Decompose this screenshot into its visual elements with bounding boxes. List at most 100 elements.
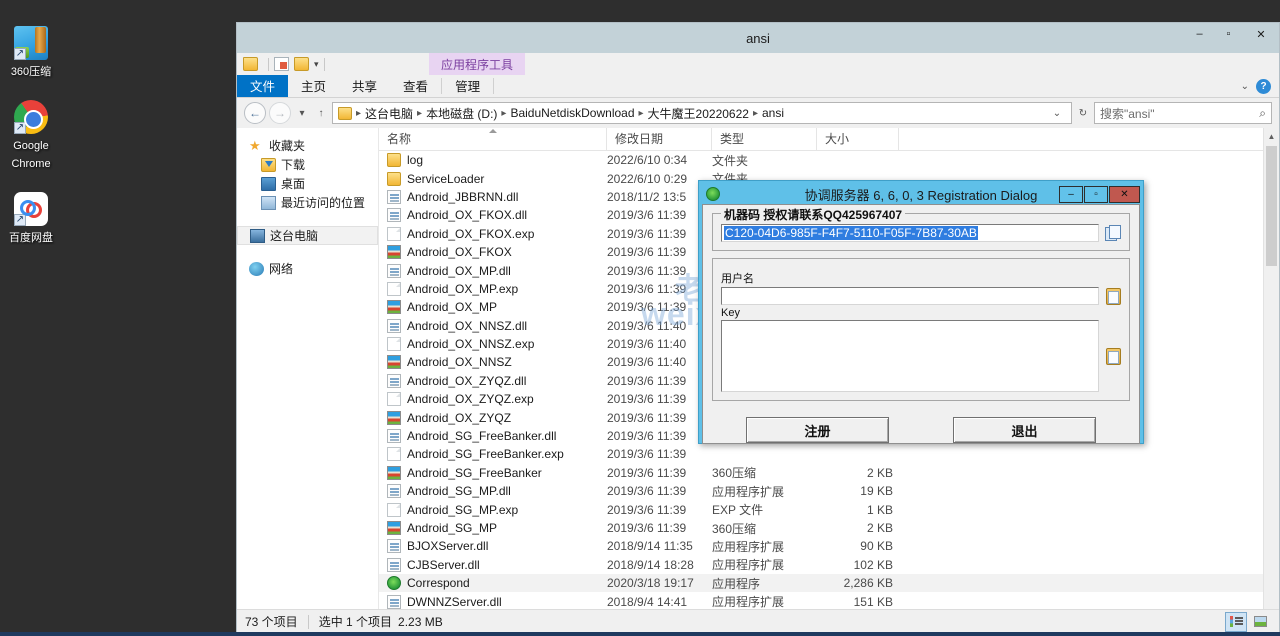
table-row[interactable]: log2022/6/10 0:34文件夹 [379,151,1279,169]
file-type: EXP 文件 [712,501,817,518]
file-size: 102 KB [817,558,899,572]
forward-button[interactable]: → [269,102,291,124]
tab-home[interactable]: 主页 [288,75,339,97]
application-icon [387,576,401,590]
file-size: 151 KB [817,595,899,609]
details-view-button[interactable] [1225,612,1247,632]
vertical-scrollbar[interactable]: ▲ [1263,128,1279,609]
folder-icon [387,172,401,186]
table-row[interactable]: DWNNZServer.dll2018/9/4 14:41应用程序扩展151 K… [379,592,1279,609]
table-row[interactable]: Correspond2020/3/18 19:17应用程序2,286 KB [379,574,1279,592]
key-input[interactable] [721,320,1099,392]
exit-button[interactable]: 退出 [953,417,1096,443]
file-name: Android_SG_MP.exp [407,503,518,517]
column-header-name[interactable]: 名称 [379,128,607,151]
chevron-down-icon[interactable]: ▾ [314,59,319,70]
machine-code-groupbox: 机器码 授权请联系QQ425967407 C120-04D6-985F-F4F7… [712,213,1130,251]
scrollbar-thumb[interactable] [1266,146,1277,266]
maximize-button[interactable]: ▫ [1214,23,1243,45]
breadcrumb-item-baidunetdiskdownload[interactable]: BaiduNetdiskDownload [507,106,637,120]
table-row[interactable]: Android_SG_MP2019/3/6 11:39360压缩2 KB [379,519,1279,537]
desktop-icon-baidu-netdisk[interactable]: ↗ 百度网盘 [0,188,62,248]
tab-view[interactable]: 查看 [390,75,441,97]
file-name: Android_OX_ZYQZ.dll [407,374,526,388]
dialog-close-button[interactable]: ✕ [1109,186,1140,203]
table-row[interactable]: Android_SG_MP.exp2019/3/6 11:39EXP 文件1 K… [379,500,1279,518]
dll-file-icon [387,429,401,443]
table-row[interactable]: Android_SG_FreeBanker.exp2019/3/6 11:39 [379,445,1279,463]
dll-file-icon [387,190,401,204]
sidebar-item-label: 最近访问的位置 [281,194,365,211]
dialog-maximize-button[interactable]: ▫ [1084,186,1108,203]
table-row[interactable]: BJOXServer.dll2018/9/14 11:35应用程序扩展90 KB [379,537,1279,555]
column-header-size[interactable]: 大小 [817,128,899,151]
breadcrumb-item-folder[interactable]: 大牛魔王20220622 [645,105,752,122]
desktop-icon-chrome[interactable]: ↗ Google Chrome [0,96,62,174]
shortcut-arrow-icon: ↗ [14,214,26,226]
file-date: 2019/3/6 11:39 [607,447,712,461]
sidebar-item-label: 这台电脑 [270,227,318,244]
file-name: Android_JBBRNN.dll [407,190,518,204]
sidebar-item-desktop[interactable]: 桌面 [237,174,378,193]
dialog-window-controls: – ▫ ✕ [1059,186,1140,203]
sidebar-item-favorites[interactable]: ★ 收藏夹 [237,136,378,155]
file-type: 文件夹 [712,152,817,169]
scroll-up-icon[interactable]: ▲ [1264,128,1279,144]
file-type: 应用程序扩展 [712,593,817,609]
file-name: Android_SG_MP.dll [407,484,511,498]
breadcrumb-item-drive-d[interactable]: 本地磁盘 (D:) [423,105,500,122]
help-icon[interactable]: ? [1256,79,1271,94]
breadcrumb-item-ansi[interactable]: ansi [759,106,787,120]
file-size: 90 KB [817,539,899,553]
table-row[interactable]: Android_SG_FreeBanker2019/3/6 11:39360压缩… [379,464,1279,482]
properties-icon[interactable] [274,57,289,71]
table-row[interactable]: CJBServer.dll2018/9/14 18:28应用程序扩展102 KB [379,556,1279,574]
tab-share[interactable]: 共享 [339,75,390,97]
file-date: 2022/6/10 0:29 [607,172,712,186]
recent-locations-icon[interactable]: ▾ [294,102,310,124]
contextual-tab-application-tools[interactable]: 应用程序工具 [429,53,525,75]
file-type: 360压缩 [712,464,817,481]
file-date: 2019/3/6 11:40 [607,355,712,369]
username-input[interactable] [721,287,1099,305]
folder-icon[interactable] [243,57,258,71]
breadcrumb-item-this-pc[interactable]: 这台电脑 [362,105,416,122]
register-button[interactable]: 注册 [746,417,889,443]
chevron-down-icon[interactable]: ⌄ [1241,81,1249,92]
minimize-button[interactable]: – [1185,23,1214,45]
desktop-icon [261,177,276,191]
tab-file[interactable]: 文件 [237,75,288,97]
search-input[interactable]: 搜索"ansi" ⌕ [1094,102,1272,124]
search-icon[interactable]: ⌕ [1259,106,1266,121]
username-label: 用户名 [721,270,1121,286]
file-size: 19 KB [817,484,899,498]
back-button[interactable]: ← [244,102,266,124]
sidebar-item-this-pc[interactable]: 这台电脑 [237,226,378,245]
up-button[interactable]: ↑ [313,102,329,124]
copy-icon[interactable] [1105,225,1121,241]
breadcrumb-separator: ▸ [416,108,423,119]
column-header-date[interactable]: 修改日期 [607,128,712,151]
dialog-minimize-button[interactable]: – [1059,186,1083,203]
close-button[interactable]: ✕ [1243,23,1279,45]
folder-icon [387,153,401,167]
large-icons-view-button[interactable] [1249,612,1271,632]
new-folder-icon[interactable] [294,57,309,71]
refresh-button[interactable]: ↻ [1075,102,1091,124]
paste-icon[interactable] [1105,348,1121,364]
shortcut-arrow-icon: ↗ [14,122,26,134]
column-header-type[interactable]: 类型 [712,128,817,151]
table-row[interactable]: Android_SG_MP.dll2019/3/6 11:39应用程序扩展19 … [379,482,1279,500]
sidebar-item-downloads[interactable]: 下载 [237,155,378,174]
tab-manage[interactable]: 管理 [442,75,493,97]
file-name: Android_SG_FreeBanker [407,466,542,480]
machine-code-input[interactable]: C120-04D6-985F-F4F7-5110-F05F-7B87-30AB [721,224,1099,242]
paste-icon[interactable] [1105,288,1121,304]
dll-file-icon [387,264,401,278]
sidebar-item-network[interactable]: 网络 [237,259,378,278]
address-dropdown-icon[interactable]: ⌄ [1049,102,1065,124]
sidebar-item-recent-places[interactable]: 最近访问的位置 [237,193,378,212]
item-count: 73 个项目 [245,613,298,630]
desktop-icon-360zip[interactable]: ↗ 360压缩 [0,22,62,82]
address-bar[interactable]: ▸ 这台电脑 ▸ 本地磁盘 (D:) ▸ BaiduNetdiskDownloa… [332,102,1072,124]
